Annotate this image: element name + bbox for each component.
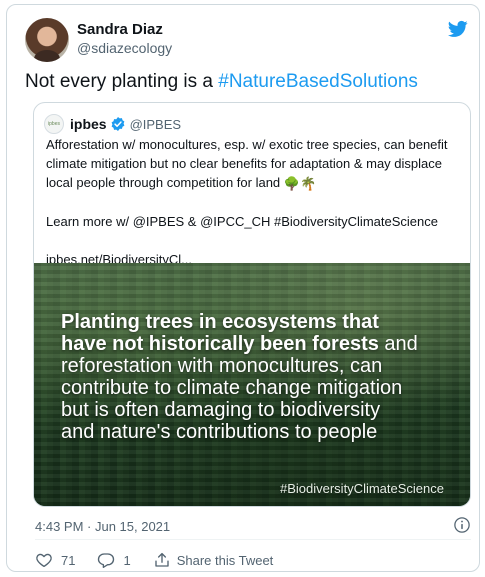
hashtag-link[interactable]: #NatureBasedSolutions xyxy=(218,71,418,92)
author-avatar[interactable] xyxy=(25,18,69,62)
image-line-6: and nature's contributions to people xyxy=(61,421,378,443)
quoted-line-3: local people through competition for lan… xyxy=(46,173,464,193)
tweet-card: Sandra Diaz @sdiazecology Not every plan… xyxy=(6,4,480,572)
quoted-line-2: climate mitigation but no clear benefits… xyxy=(46,156,442,171)
quoted-header: ipbes ipbes @IPBES xyxy=(44,114,181,134)
image-hashtag: #BiodiversityClimateScience xyxy=(279,481,444,496)
quoted-avatar[interactable]: ipbes xyxy=(44,114,64,134)
share-label: Share this Tweet xyxy=(176,552,274,568)
image-line-4: contribute to climate change mitigation xyxy=(61,377,403,399)
image-line-5: but is often damaging to biodiversity xyxy=(61,399,381,421)
tweet-timestamp[interactable]: 4:43 PM · Jun 15, 2021 xyxy=(35,519,170,534)
divider xyxy=(35,539,471,540)
quoted-author-handle[interactable]: @IPBES xyxy=(130,117,182,132)
quoted-line-3-text: local people through competition for lan… xyxy=(46,175,284,190)
image-bold-line-1: Planting trees in ecosystems that xyxy=(61,311,379,333)
learn-more-line[interactable]: Learn more w/ @IPBES & @IPCC_CH #Biodive… xyxy=(46,212,464,231)
tweet-text-prefix: Not every planting is a xyxy=(25,71,219,92)
verified-badge-icon xyxy=(111,117,124,131)
quoted-line-1: Afforestation w/ monocultures, esp. w/ e… xyxy=(46,137,448,152)
quoted-text: Afforestation w/ monocultures, esp. w/ e… xyxy=(46,135,464,269)
image-bold-line-2: have not historically been forests xyxy=(61,333,379,355)
share-button[interactable]: Share this Tweet xyxy=(153,551,274,569)
tree-palm-emoji-icon: 🌳🌴 xyxy=(283,176,317,191)
twitter-bird-icon[interactable] xyxy=(447,19,469,39)
author-name[interactable]: Sandra Diaz xyxy=(77,21,163,38)
heart-icon xyxy=(36,553,52,568)
action-bar: 71 1 Share this Tweet xyxy=(35,550,295,570)
image-tail: and xyxy=(378,333,418,355)
forest-image[interactable]: Planting trees in ecosystems that have n… xyxy=(34,263,470,506)
author-handle[interactable]: @sdiazecology xyxy=(77,40,172,56)
like-button[interactable]: 71 xyxy=(35,551,75,569)
quoted-author-name[interactable]: ipbes xyxy=(70,116,107,132)
image-line-3: reforestation with monocultures, can xyxy=(61,355,383,377)
reply-count: 1 xyxy=(123,552,131,568)
image-caption: Planting trees in ecosystems that have n… xyxy=(61,311,461,443)
like-count: 71 xyxy=(61,552,76,568)
reply-bubble-icon xyxy=(98,553,115,569)
reply-button[interactable]: 1 xyxy=(97,551,131,569)
tweet-text: Not every planting is a #NatureBasedSolu… xyxy=(25,71,418,93)
quoted-tweet[interactable]: ipbes ipbes @IPBES Afforestation w/ mono… xyxy=(33,102,471,507)
share-icon xyxy=(155,552,169,567)
info-icon[interactable] xyxy=(453,516,471,534)
